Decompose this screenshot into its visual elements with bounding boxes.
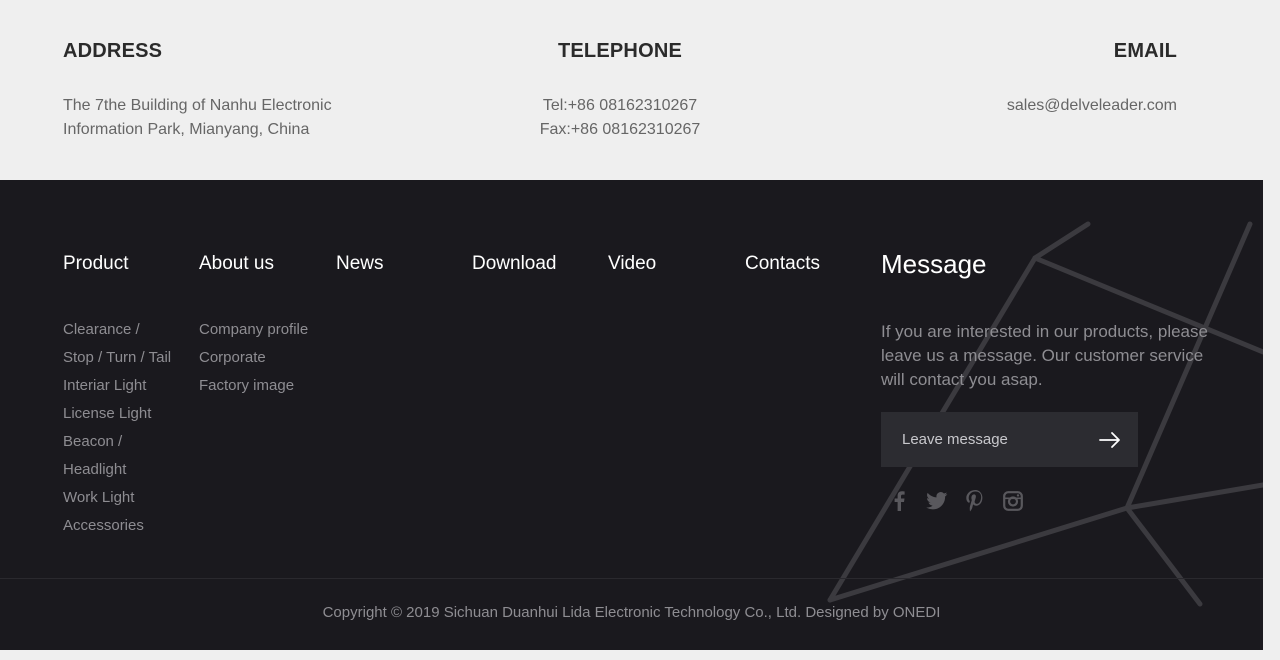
- arrow-right-icon: [1099, 431, 1120, 448]
- email-link[interactable]: sales@delveleader.com: [1007, 97, 1177, 114]
- nav-column-contacts: Contacts: [745, 252, 820, 276]
- copyright-text: Copyright © 2019 Sichuan Duanhui Lida El…: [322, 604, 941, 621]
- nav-sub-item[interactable]: Accessories: [63, 512, 171, 540]
- leave-message-label: Leave message: [902, 431, 1008, 448]
- nav-sub-item[interactable]: Corporate: [199, 344, 308, 372]
- nav-column-news: News: [336, 252, 384, 276]
- nav-sub-item[interactable]: Interiar Light: [63, 372, 171, 400]
- nav-sub-item[interactable]: License Light: [63, 400, 171, 428]
- leave-message-button[interactable]: Leave message: [881, 412, 1138, 467]
- telephone-block: TELEPHONE Tel:+86 08162310267 Fax:+86 08…: [520, 40, 720, 142]
- nav-about-us[interactable]: About us: [199, 252, 308, 276]
- contact-band: ADDRESS The 7the Building of Nanhu Elect…: [0, 0, 1280, 180]
- email-title: EMAIL: [1113, 40, 1177, 62]
- footer-divider: [0, 578, 1263, 579]
- facebook-icon[interactable]: [887, 489, 911, 513]
- nav-news[interactable]: News: [336, 252, 384, 276]
- nav-sub-item[interactable]: Company profile: [199, 316, 308, 344]
- scrollbar-gutter: [1263, 180, 1280, 660]
- address-line: Information Park, Mianyang, China: [63, 121, 310, 138]
- nav-sub-item[interactable]: Beacon /: [63, 428, 171, 456]
- email-block: EMAIL sales@delveleader.com: [1007, 40, 1177, 118]
- nav-sub-item[interactable]: Clearance /: [63, 316, 171, 344]
- nav-sub-item[interactable]: Headlight: [63, 456, 171, 484]
- nav-download[interactable]: Download: [472, 252, 557, 276]
- nav-contacts[interactable]: Contacts: [745, 252, 820, 276]
- nav-product[interactable]: Product: [63, 252, 171, 276]
- nav-column-about: About us Company profile Corporate Facto…: [199, 252, 308, 400]
- address-line: The 7the Building of Nanhu Electronic: [63, 97, 332, 114]
- telephone-title: TELEPHONE: [557, 40, 683, 62]
- nav-column-video: Video: [608, 252, 656, 276]
- address-block: ADDRESS The 7the Building of Nanhu Elect…: [63, 40, 332, 142]
- message-text: If you are interested in our products, p…: [881, 322, 1208, 389]
- message-block: Message If you are interested in our pro…: [881, 248, 1211, 513]
- nav-sub-item[interactable]: Work Light: [63, 484, 171, 512]
- social-links: [881, 489, 1211, 513]
- footer: Product Clearance / Stop / Turn / Tail I…: [0, 180, 1263, 650]
- message-title: Message: [881, 249, 987, 279]
- pinterest-icon[interactable]: [963, 489, 987, 513]
- address-title: ADDRESS: [63, 40, 163, 62]
- tel-line: Tel:+86 08162310267: [542, 97, 698, 114]
- nav-sub-item[interactable]: Stop / Turn / Tail: [63, 344, 171, 372]
- nav-column-product: Product Clearance / Stop / Turn / Tail I…: [63, 252, 171, 540]
- instagram-icon[interactable]: [1001, 489, 1025, 513]
- twitter-icon[interactable]: [925, 489, 949, 513]
- nav-video[interactable]: Video: [608, 252, 656, 276]
- nav-column-download: Download: [472, 252, 557, 276]
- nav-sub-item[interactable]: Factory image: [199, 372, 308, 400]
- fax-line: Fax:+86 08162310267: [539, 121, 701, 138]
